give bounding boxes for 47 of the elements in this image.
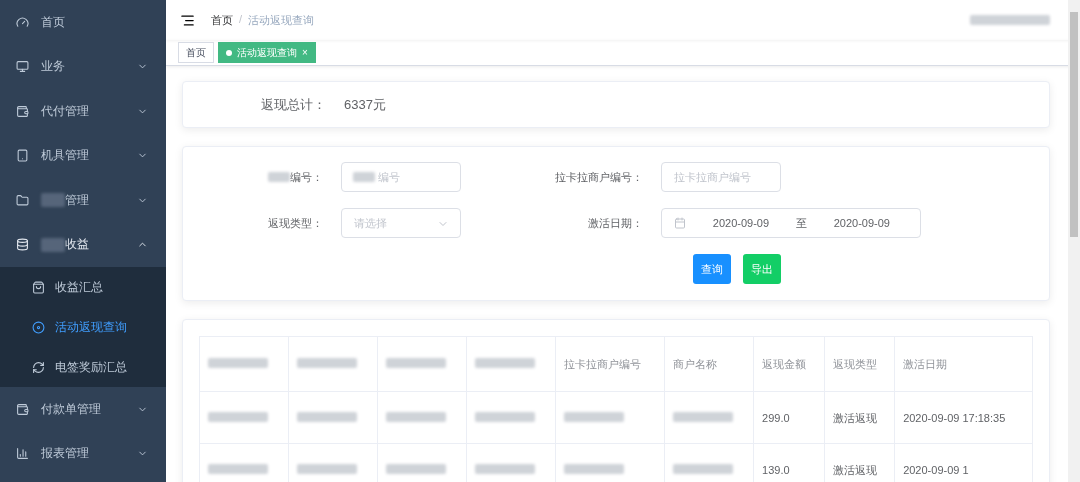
wallet-icon (16, 104, 29, 118)
menu-item[interactable]: 付款单管理 (0, 387, 166, 432)
tablet-icon (16, 149, 29, 163)
blurred-text (353, 172, 375, 182)
refresh-icon (32, 360, 45, 374)
column-header: 返现类型 (824, 336, 895, 392)
date-range-field[interactable]: 2020-09-09 至 2020-09-09 (661, 208, 921, 238)
disc-icon (32, 320, 45, 334)
tab[interactable]: 首页 (178, 42, 214, 63)
start-date: 2020-09-09 (712, 217, 770, 229)
monitor-icon (16, 60, 29, 74)
breadcrumb-link[interactable]: 首页 (211, 12, 233, 28)
scrollbar[interactable] (1068, 0, 1080, 482)
range-separator: 至 (795, 215, 807, 231)
gauge-icon (16, 15, 29, 29)
column-header: 激活日期 (894, 336, 1033, 392)
end-date: 2020-09-09 (833, 217, 890, 229)
column-header: 拉卡拉商户编号 (555, 336, 665, 392)
bar-chart-icon (16, 447, 29, 461)
field-label: 编号： (183, 162, 323, 192)
calendar-icon (674, 217, 686, 229)
column-header: 商户名称 (664, 336, 754, 392)
menu-item[interactable]: 首页 (0, 0, 166, 45)
summary-value: 6337元 (344, 95, 386, 114)
table-cell: 299.0 (753, 391, 825, 444)
menu-item[interactable]: 管理 (0, 178, 166, 223)
submenu-item[interactable]: 活动返现查询 (0, 307, 166, 347)
bag-icon (32, 280, 45, 294)
summary-label: 返现总计： (261, 95, 326, 114)
menu-item[interactable]: 业务 (0, 44, 166, 89)
folder-icon (16, 193, 29, 207)
wallet-icon (16, 402, 29, 416)
table-cell: 激活返现 (824, 391, 895, 444)
submenu-item[interactable]: 收益汇总 (0, 267, 166, 307)
field-label: 返现类型： (267, 215, 323, 231)
column-header: 返现金额 (753, 336, 825, 392)
database-icon (16, 238, 29, 252)
field-label: 激活日期： (587, 215, 643, 231)
menu-item[interactable]: 代付管理 (0, 89, 166, 134)
menu-item[interactable]: 报表管理 (0, 431, 166, 476)
submenu-item[interactable]: 电签奖励汇总 (0, 347, 166, 387)
menu-item[interactable]: 机具管理 (0, 133, 166, 178)
menu-icon[interactable] (180, 12, 195, 28)
field-label: 拉卡拉商户编号： (554, 169, 643, 185)
breadcrumb-separator: / (239, 12, 243, 27)
table-cell: 2020-09-09 17:18:35 (894, 391, 1033, 444)
menu-item[interactable]: 收益 (0, 222, 166, 267)
